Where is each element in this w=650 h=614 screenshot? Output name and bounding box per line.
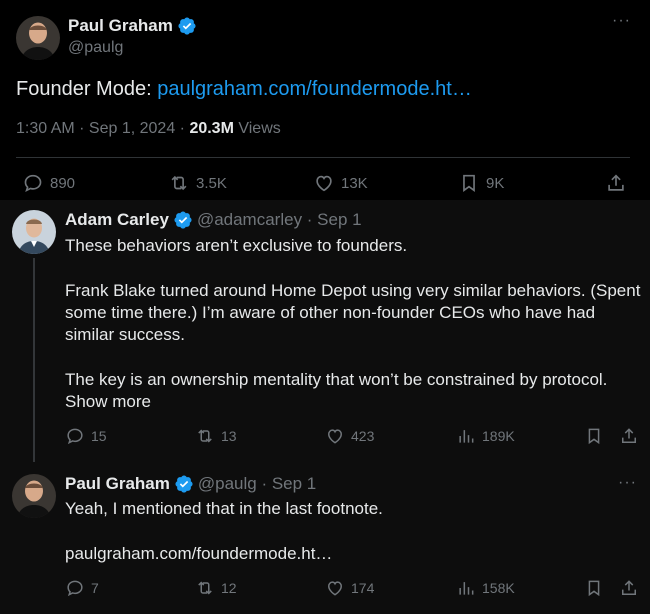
like-count: 13K xyxy=(341,174,368,192)
reply2-reply-count: 7 xyxy=(91,580,99,596)
avatar-image xyxy=(12,210,56,254)
reply-icon xyxy=(65,426,85,446)
reply1-avatar[interactable] xyxy=(12,210,56,254)
reply2-header: Paul Graham @paulg · Sep 1 xyxy=(65,474,316,494)
reply1-line-3: some time there.) I’m aware of other non… xyxy=(65,303,596,322)
like-icon xyxy=(325,426,345,446)
reply-button[interactable]: 890 xyxy=(22,172,75,194)
reply1-repost-count: 13 xyxy=(221,428,237,444)
reply1-line-1: These behaviors aren’t exclusive to foun… xyxy=(65,236,408,255)
reply1-reply-button[interactable]: 15 xyxy=(65,426,107,446)
like-icon xyxy=(325,578,345,598)
reply-count: 890 xyxy=(50,174,76,192)
tweet-link[interactable]: paulgraham.com/foundermode.ht… xyxy=(157,78,472,100)
reply2-repost-count: 12 xyxy=(221,580,237,596)
reply1-like-button[interactable]: 423 xyxy=(325,426,374,446)
reply-icon xyxy=(22,172,44,194)
reply1-like-count: 423 xyxy=(351,428,375,444)
views-label: Views xyxy=(233,120,281,137)
reply2-like-count: 174 xyxy=(351,580,375,596)
timestamp[interactable]: 1:30 AM · Sep 1, 2024 · xyxy=(16,120,189,137)
share-icon xyxy=(619,578,639,598)
reply1-author-name[interactable]: Adam Carley xyxy=(65,210,169,230)
avatar[interactable] xyxy=(16,16,60,60)
reply2-views-button[interactable]: 158K xyxy=(456,578,515,598)
reply1-repost-button[interactable]: 13 xyxy=(195,426,237,446)
repost-count: 3.5K xyxy=(196,174,227,192)
repost-button[interactable]: 3.5K xyxy=(168,172,227,194)
bookmark-button[interactable]: 9K xyxy=(458,172,504,194)
reply1-line-4: similar success. xyxy=(65,325,185,344)
share-button[interactable] xyxy=(605,172,627,194)
reply1-header: Adam Carley @adamcarley · Sep 1 xyxy=(65,210,362,230)
tweet-text-prefix: Founder Mode: xyxy=(16,78,158,100)
reply2-text: Yeah, I mentioned that in the last footn… xyxy=(65,499,383,518)
reply2-reply-button[interactable]: 7 xyxy=(65,578,99,598)
reply2-handle-time[interactable]: @paulg · Sep 1 xyxy=(198,474,316,494)
views-icon xyxy=(456,578,476,598)
reply2-bookmark-button[interactable] xyxy=(584,578,604,598)
reply1-bookmark-button[interactable] xyxy=(584,426,604,446)
like-button[interactable]: 13K xyxy=(313,172,368,194)
reply1-views-button[interactable]: 189K xyxy=(456,426,515,446)
author-handle[interactable]: @paulg xyxy=(68,39,123,57)
reply2-avatar[interactable] xyxy=(12,474,56,518)
divider xyxy=(16,157,630,158)
share-icon xyxy=(619,426,639,446)
reply2-author-name[interactable]: Paul Graham xyxy=(65,474,170,494)
reply1-handle-time[interactable]: @adamcarley · Sep 1 xyxy=(197,210,362,230)
avatar-image xyxy=(12,474,56,518)
bookmark-icon xyxy=(584,578,604,598)
verified-icon xyxy=(177,16,197,36)
reply1-line-5: The key is an ownership mentality that w… xyxy=(65,370,608,389)
bookmark-count: 9K xyxy=(486,174,505,192)
reply2-more-options-icon[interactable]: ··· xyxy=(618,474,637,492)
bookmark-icon xyxy=(584,426,604,446)
verified-icon xyxy=(173,210,193,230)
more-options-icon[interactable]: ··· xyxy=(612,12,631,30)
repost-icon xyxy=(195,426,215,446)
reply2-repost-button[interactable]: 12 xyxy=(195,578,237,598)
tweet-meta: 1:30 AM · Sep 1, 2024 · 20.3M Views xyxy=(16,120,281,138)
reply1-reply-count: 15 xyxy=(91,428,107,444)
avatar-image xyxy=(16,16,60,60)
thread-line xyxy=(33,258,35,468)
show-more-link[interactable]: Show more xyxy=(65,391,151,413)
reply2-like-button[interactable]: 174 xyxy=(325,578,374,598)
author-name[interactable]: Paul Graham xyxy=(68,16,173,36)
reply1-line-2: Frank Blake turned around Home Depot usi… xyxy=(65,281,641,300)
reply2-views-count: 158K xyxy=(482,580,515,596)
tweet-text: Founder Mode: paulgraham.com/foundermode… xyxy=(16,77,472,101)
share-icon xyxy=(605,172,627,194)
bookmark-icon xyxy=(458,172,480,194)
repost-icon xyxy=(168,172,190,194)
verified-icon xyxy=(174,474,194,494)
like-icon xyxy=(313,172,335,194)
views-count: 20.3M xyxy=(189,120,234,137)
reply2-share-button[interactable] xyxy=(619,578,639,598)
reply1-views-count: 189K xyxy=(482,428,515,444)
reply-icon xyxy=(65,578,85,598)
reply2-link[interactable]: paulgraham.com/foundermode.ht… xyxy=(65,543,332,565)
reply1-share-button[interactable] xyxy=(619,426,639,446)
repost-icon xyxy=(195,578,215,598)
author-header[interactable]: Paul Graham xyxy=(68,16,197,36)
views-icon xyxy=(456,426,476,446)
